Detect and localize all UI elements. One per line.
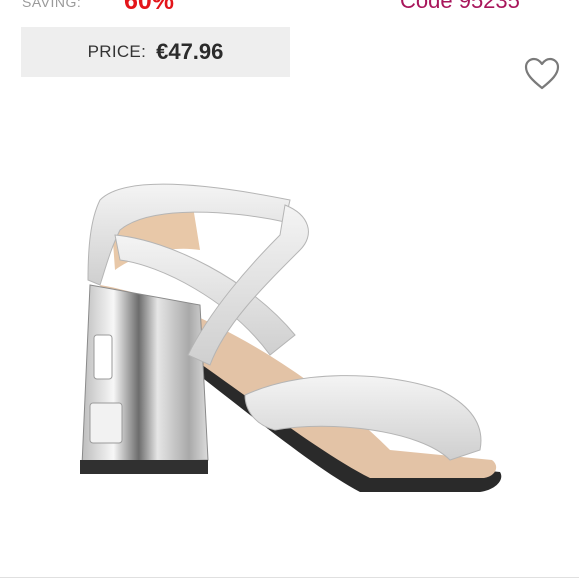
- promo-code: Code 95235: [400, 0, 520, 13]
- divider: [0, 577, 579, 578]
- heart-outline-icon: [524, 57, 560, 90]
- saving-percentage: 60%: [124, 0, 175, 15]
- price-label: PRICE:: [87, 42, 147, 61]
- price-box: PRICE: €47.96: [21, 27, 290, 77]
- price-value: €47.96: [156, 39, 224, 64]
- product-image[interactable]: [60, 160, 520, 510]
- wishlist-button[interactable]: [524, 57, 560, 91]
- saving-label: SAVING:: [22, 0, 82, 10]
